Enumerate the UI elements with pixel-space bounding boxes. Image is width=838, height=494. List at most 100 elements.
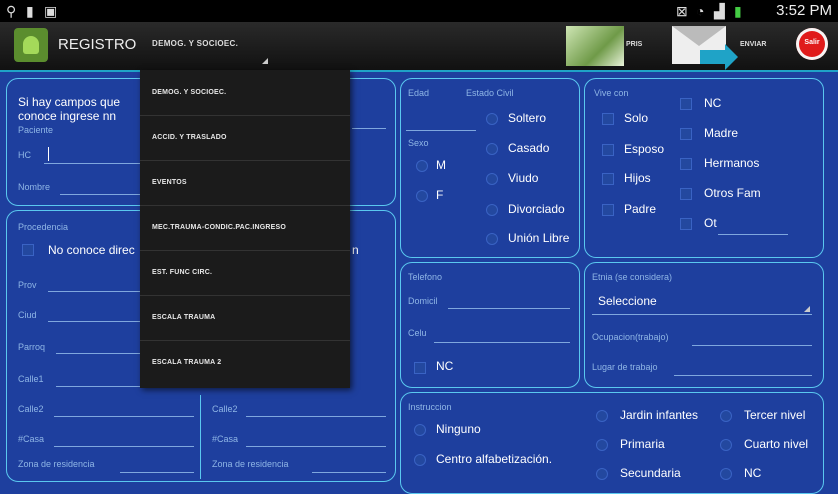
vive-checkbox[interactable] xyxy=(680,218,692,230)
spinner-arrow-icon xyxy=(262,58,268,64)
battery-icon: ▮ xyxy=(734,3,742,19)
vive-checkbox[interactable] xyxy=(680,98,692,110)
nombre-label: Nombre xyxy=(18,182,51,192)
estado-radio[interactable] xyxy=(486,233,498,245)
vive-checkbox[interactable] xyxy=(602,204,614,216)
send-button[interactable]: ENVIAR xyxy=(740,41,766,48)
exit-label: Salir xyxy=(804,39,820,46)
prov-input[interactable] xyxy=(48,291,140,292)
info-text-1: Si hay campos que xyxy=(18,95,121,109)
parroq-label: Parroq xyxy=(18,342,46,352)
estado-radio[interactable] xyxy=(486,143,498,155)
lugar-trabajo-input[interactable] xyxy=(674,375,812,376)
send-arrow-icon xyxy=(700,44,738,70)
domicil-label: Domicil xyxy=(408,296,438,306)
vive-checkbox[interactable] xyxy=(680,128,692,140)
instruccion-label: Instruccion xyxy=(408,402,452,412)
menu-item-label: MEC.TRAUMA-CONDIC.PAC.INGRESO xyxy=(152,224,287,231)
instruccion-radio[interactable] xyxy=(720,439,732,451)
etnia-dropdown-icon xyxy=(804,306,810,312)
lugar-trabajo-label: Lugar de trabajo xyxy=(592,362,658,372)
casa-input[interactable] xyxy=(54,446,194,447)
pris-image-button[interactable] xyxy=(566,26,624,66)
no-conoce-checkbox[interactable] xyxy=(22,244,34,256)
vive-checkbox[interactable] xyxy=(602,113,614,125)
etnia-select[interactable]: Seleccione xyxy=(598,294,657,308)
vibrate-icon: ⊠ xyxy=(676,3,688,19)
wifi-icon: ◔ xyxy=(696,3,705,19)
instruccion-radio[interactable] xyxy=(414,454,426,466)
vive-checkbox[interactable] xyxy=(602,144,614,156)
sd-card-icon: ▮ xyxy=(26,3,34,19)
ciud-label: Ciud xyxy=(18,310,37,320)
clock: 3:52 PM xyxy=(776,2,832,19)
menu-item-escala-trauma[interactable]: ESCALA TRAUMA xyxy=(140,295,350,341)
menu-item-est-func[interactable]: EST. FUNC CIRC. xyxy=(140,250,350,296)
instruccion-option: NC xyxy=(744,466,762,480)
no-conoce-trail: n xyxy=(352,243,359,257)
menu-item-mec-trauma[interactable]: MEC.TRAUMA-CONDIC.PAC.INGRESO xyxy=(140,205,350,251)
no-conoce-label: No conoce direc xyxy=(48,243,135,257)
hc-input[interactable] xyxy=(44,163,140,164)
menu-item-label: ACCID. Y TRASLADO xyxy=(152,134,227,141)
sexo-f-label: F xyxy=(436,188,444,202)
zona-input[interactable] xyxy=(120,472,194,473)
instruccion-radio[interactable] xyxy=(414,424,426,436)
estado-radio[interactable] xyxy=(486,204,498,216)
estado-radio[interactable] xyxy=(486,173,498,185)
ciud-input[interactable] xyxy=(48,321,140,322)
android-app-icon[interactable] xyxy=(14,28,48,62)
sexo-m-label: M xyxy=(436,158,446,172)
ocupacion-input[interactable] xyxy=(692,345,812,346)
signal-icon: ▟ xyxy=(714,3,725,19)
calle2-input[interactable] xyxy=(54,416,194,417)
section-dropdown-menu: DEMOG. Y SOCIOEC. ACCID. Y TRASLADO EVEN… xyxy=(140,70,350,388)
instruccion-option: Secundaria xyxy=(620,466,681,480)
sexo-m-radio[interactable] xyxy=(416,160,428,172)
domicil-input[interactable] xyxy=(448,308,570,309)
info-text-2: conoce ingrese nn xyxy=(18,109,117,123)
parroq-input[interactable] xyxy=(56,353,140,354)
calle1-label: Calle1 xyxy=(18,374,44,384)
casab-label: #Casa xyxy=(212,434,239,444)
sexo-f-radio[interactable] xyxy=(416,190,428,202)
vive-option: Padre xyxy=(624,202,657,216)
exit-button[interactable]: Salir xyxy=(796,28,828,60)
menu-item-eventos[interactable]: EVENTOS xyxy=(140,160,350,206)
menu-item-demog[interactable]: DEMOG. Y SOCIOEC. xyxy=(140,70,350,116)
tel-nc-checkbox[interactable] xyxy=(414,362,426,374)
menu-item-escala-trauma-2[interactable]: ESCALA TRAUMA 2 xyxy=(140,340,350,385)
tel-nc-label: NC xyxy=(436,359,454,373)
calle1-input[interactable] xyxy=(56,386,140,387)
edad-label: Edad xyxy=(408,88,430,98)
instruccion-radio[interactable] xyxy=(720,410,732,422)
casab-input[interactable] xyxy=(246,446,386,447)
hc-label: HC xyxy=(18,150,31,160)
vive-checkbox[interactable] xyxy=(680,158,692,170)
etnia-underline xyxy=(592,314,812,315)
vive-checkbox[interactable] xyxy=(602,173,614,185)
zona-label: Zona de residencia xyxy=(18,459,95,469)
hc-cursor xyxy=(48,147,49,161)
celu-input[interactable] xyxy=(434,342,570,343)
otro-input[interactable] xyxy=(718,234,788,235)
zonab-input[interactable] xyxy=(312,472,386,473)
vive-option: Hermanos xyxy=(704,156,760,170)
estado-radio[interactable] xyxy=(486,113,498,125)
instruccion-radio[interactable] xyxy=(596,410,608,422)
menu-item-accid[interactable]: ACCID. Y TRASLADO xyxy=(140,115,350,161)
instruccion-radio[interactable] xyxy=(720,468,732,480)
nombre-input[interactable] xyxy=(60,194,140,195)
instruccion-option: Cuarto nivel xyxy=(744,437,809,451)
instruccion-option: Jardin infantes xyxy=(620,408,699,422)
estado-civil-label: Estado Civil xyxy=(466,88,514,98)
calle2b-input[interactable] xyxy=(246,416,386,417)
section-spinner[interactable]: DEMOG. Y SOCIOEC. xyxy=(152,39,238,48)
edad-input[interactable] xyxy=(406,130,476,131)
estado-option: Soltero xyxy=(508,111,547,125)
vive-checkbox[interactable] xyxy=(680,188,692,200)
instruccion-option: Primaria xyxy=(620,437,665,451)
paciente-input-tail[interactable] xyxy=(352,128,386,129)
instruccion-radio[interactable] xyxy=(596,468,608,480)
instruccion-radio[interactable] xyxy=(596,439,608,451)
